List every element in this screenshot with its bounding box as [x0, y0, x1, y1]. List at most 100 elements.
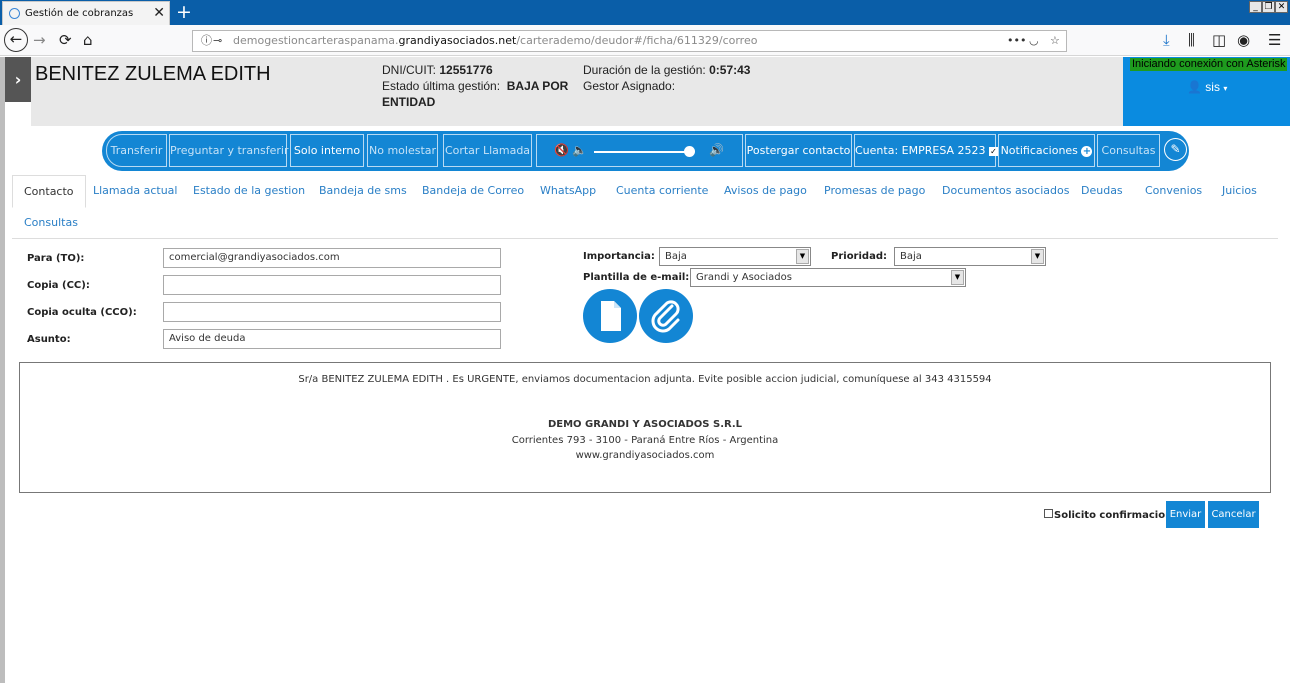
volume-knob[interactable]	[684, 146, 695, 157]
user-name: sis	[1205, 80, 1220, 94]
tab-promesas-pago[interactable]: Promesas de pago	[824, 184, 925, 197]
back-icon[interactable]: ←	[4, 28, 28, 52]
importancia-select[interactable]: Baja ▼	[659, 247, 811, 266]
pocket-icon[interactable]: ◡	[1029, 31, 1039, 51]
tab-llamada-actual[interactable]: Llamada actual	[93, 184, 177, 197]
browser-tab-bar: Gestión de cobranzas ✕ + _ ❐ ✕	[0, 0, 1290, 25]
dni-value: 12551776	[439, 63, 493, 77]
asterisk-status: Iniciando conexión con Asterisk	[1130, 58, 1288, 71]
document-icon	[601, 301, 621, 331]
dropdown-arrow-icon: ▼	[796, 249, 809, 264]
url-host-main: grandiyasociados.net	[398, 34, 517, 47]
user-icon: 👤	[1187, 80, 1202, 94]
no-molestar-button[interactable]: No molestar	[367, 134, 438, 167]
sidebar-icon[interactable]: ◫	[1212, 29, 1226, 51]
tab-cuenta-corriente[interactable]: Cuenta corriente	[616, 184, 708, 197]
cco-input[interactable]	[163, 302, 501, 322]
document-button[interactable]	[583, 289, 637, 343]
estado-info-cont: ENTIDAD	[382, 94, 435, 110]
forward-icon[interactable]: →	[33, 29, 46, 51]
volume-down-icon[interactable]: 🔈	[572, 135, 587, 166]
prioridad-label: Prioridad:	[831, 251, 887, 262]
enviar-button[interactable]: Enviar	[1166, 501, 1205, 528]
duracion-value: 0:57:43	[709, 63, 751, 77]
tab-bandeja-sms[interactable]: Bandeja de sms	[319, 184, 407, 197]
tab-juicios[interactable]: Juicios	[1222, 184, 1257, 197]
new-tab-icon[interactable]: +	[176, 0, 192, 24]
cuenta-button[interactable]: Cuenta: EMPRESA 2523 ✓	[854, 134, 999, 167]
tab-bandeja-correo[interactable]: Bandeja de Correo	[422, 184, 524, 197]
solicito-confirmacion[interactable]: Solicito confirmacion	[1044, 509, 1172, 521]
cc-input[interactable]	[163, 275, 501, 295]
section-tabs: Contacto Llamada actual Estado de la ges…	[12, 175, 1278, 239]
browser-tab-title: Gestión de cobranzas	[25, 8, 134, 19]
favicon-icon	[9, 8, 20, 19]
para-input[interactable]: comercial@grandiyasociados.com	[163, 248, 501, 268]
volume-track[interactable]	[594, 151, 694, 153]
account-icon[interactable]: ◉	[1237, 29, 1250, 51]
url-bar[interactable]: ⓘ ⊸ demogestioncarteraspanama.grandiyaso…	[192, 30, 1067, 52]
restore-icon[interactable]: ❐	[1262, 1, 1275, 13]
prioridad-select[interactable]: Baja ▼	[894, 247, 1046, 266]
plantilla-select[interactable]: Grandi y Asociados ▼	[690, 268, 966, 287]
plus-circle-icon: +	[1081, 146, 1093, 157]
cancelar-button[interactable]: Cancelar	[1208, 501, 1259, 528]
body-line-message: Sr/a BENITEZ ZULEMA EDITH . Es URGENTE, …	[298, 374, 992, 385]
tab-consultas[interactable]: Consultas	[24, 216, 78, 229]
home-icon[interactable]: ⌂	[83, 29, 93, 51]
tab-estado-gestion[interactable]: Estado de la gestion	[193, 184, 305, 197]
email-body-editor[interactable]: Sr/a BENITEZ ZULEMA EDITH . Es URGENTE, …	[19, 362, 1271, 493]
estado-label: Estado última gestión:	[382, 79, 501, 93]
notificaciones-label: Notificaciones	[1000, 144, 1078, 157]
tab-deudas[interactable]: Deudas	[1081, 184, 1123, 197]
close-tab-icon[interactable]: ✕	[153, 2, 165, 25]
pin-icon[interactable]: ✎	[1164, 138, 1187, 161]
url-host-prefix: demogestioncarteraspanama.	[233, 34, 399, 47]
library-icon[interactable]: ⫼	[1188, 29, 1195, 51]
asunto-input[interactable]: Aviso de deuda	[163, 329, 501, 349]
page-actions-icon[interactable]: •••	[1007, 31, 1026, 51]
cco-label: Copia oculta (CCO):	[27, 307, 137, 318]
checkbox-checked-icon: ✓	[989, 147, 999, 156]
paperclip-icon	[651, 300, 680, 333]
caret-down-icon: ▾	[1223, 84, 1228, 93]
cortar-llamada-button[interactable]: Cortar Llamada	[443, 134, 532, 167]
mute-icon[interactable]: 🔇	[554, 135, 569, 166]
tab-convenios[interactable]: Convenios	[1145, 184, 1202, 197]
solo-interno-button[interactable]: Solo interno	[290, 134, 364, 167]
plantilla-value: Grandi y Asociados	[696, 272, 792, 283]
sidebar-toggle-icon[interactable]: ›	[5, 57, 31, 102]
tab-whatsapp[interactable]: WhatsApp	[540, 184, 596, 197]
preguntar-transferir-button[interactable]: Preguntar y transferir	[169, 134, 289, 167]
cuenta-label: Cuenta: EMPRESA 2523	[855, 144, 986, 157]
menu-icon[interactable]: ☰	[1268, 29, 1281, 51]
bookmark-star-icon[interactable]: ☆	[1050, 31, 1060, 51]
estado-info: Estado última gestión: BAJA POR	[382, 78, 568, 94]
confirm-label: Solicito confirmacion	[1054, 510, 1173, 521]
url-path: /carterademo/deudor#/ficha/611329/correo	[516, 34, 758, 47]
prioridad-value: Baja	[900, 251, 922, 262]
browser-tab[interactable]: Gestión de cobranzas ✕	[2, 1, 170, 25]
asunto-label: Asunto:	[27, 334, 71, 345]
download-icon[interactable]: ⤓	[1163, 29, 1170, 51]
attach-button[interactable]	[639, 289, 693, 343]
postergar-contacto-button[interactable]: Postergar contacto	[745, 134, 852, 167]
minimize-icon[interactable]: _	[1249, 1, 1262, 13]
transferir-button[interactable]: Transferir	[106, 134, 167, 167]
reload-icon[interactable]: ⟳	[59, 29, 72, 51]
tab-documentos-asociados[interactable]: Documentos asociados	[942, 184, 1069, 197]
body-address: Corrientes 793 - 3100 - Paraná Entre Río…	[511, 435, 779, 446]
debtor-name: BENITEZ ZULEMA EDITH	[35, 63, 271, 85]
user-menu[interactable]: 👤 sis ▾	[1187, 80, 1227, 94]
tab-contacto[interactable]: Contacto	[12, 175, 86, 208]
notificaciones-button[interactable]: Notificaciones +	[998, 134, 1095, 167]
volume-control[interactable]: 🔇 🔈 🔊	[536, 134, 743, 167]
importancia-label: Importancia:	[583, 251, 655, 262]
info-icon[interactable]: ⓘ	[201, 31, 212, 51]
consultas-button[interactable]: Consultas	[1097, 134, 1160, 167]
confirm-checkbox[interactable]	[1044, 509, 1053, 518]
volume-up-icon[interactable]: 🔊	[709, 135, 724, 166]
tab-avisos-pago[interactable]: Avisos de pago	[724, 184, 807, 197]
duracion-label: Duración de la gestión:	[583, 63, 706, 77]
window-close-icon[interactable]: ✕	[1275, 1, 1288, 13]
